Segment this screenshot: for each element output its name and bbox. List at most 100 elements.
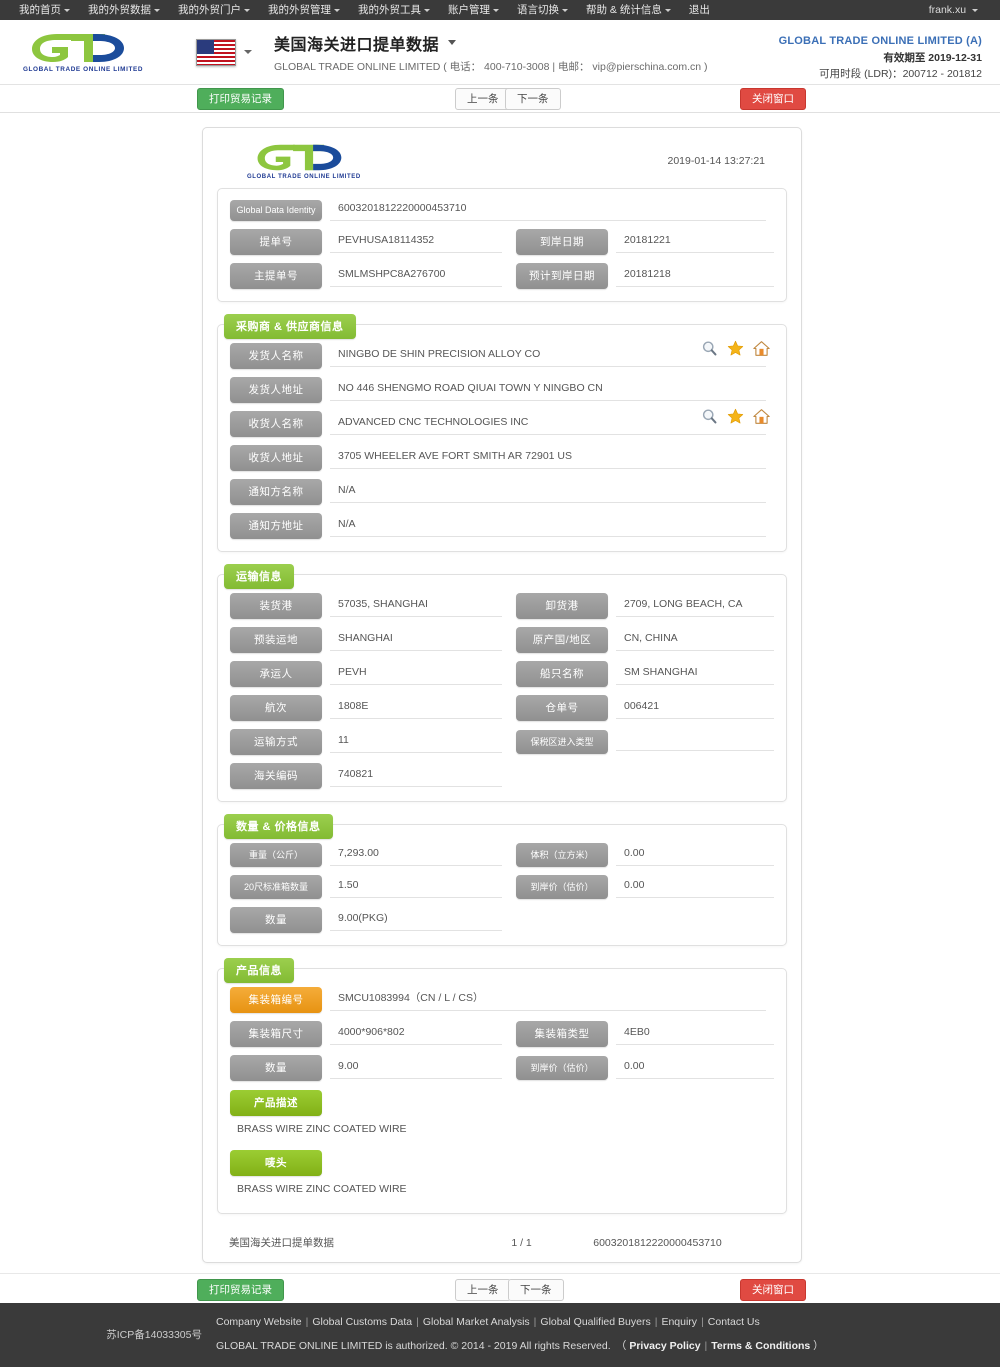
star-icon[interactable] (727, 340, 744, 357)
field-value: 0.00 (616, 844, 774, 866)
footer-link-3[interactable]: Global Qualified Buyers (540, 1316, 650, 1328)
page-title: 美国海关进口提单数据 (274, 36, 440, 54)
next-record-button-bottom[interactable]: 下一条 (508, 1279, 564, 1301)
section-identity: Global Data Identity 60032018122200004537… (217, 188, 787, 302)
country-flag-selector[interactable] (196, 38, 252, 66)
field-label: 预装运地 (230, 627, 322, 653)
field-label: 发货人名称 (230, 343, 322, 369)
home-icon[interactable] (753, 408, 770, 425)
field-row: 20尺标准箱数量 1.50 到岸价（估价） 0.00 (230, 875, 774, 899)
section-body: 装货港 57035, SHANGHAI 卸货港 2709, LONG BEACH, C… (230, 593, 774, 789)
star-icon[interactable] (727, 408, 744, 425)
block-label: 产品描述 (230, 1090, 322, 1116)
action-bar-bottom: 打印贸易记录 上一条 下一条 关闭窗口 (0, 1273, 1000, 1303)
field-cell: 20尺标准箱数量 1.50 (230, 875, 502, 899)
nav-item-1[interactable]: 我的外贸数据 (79, 0, 169, 20)
next-record-button[interactable]: 下一条 (505, 88, 561, 110)
nav-item-3[interactable]: 我的外贸管理 (259, 0, 349, 20)
terms-conditions-link[interactable]: Terms & Conditions (711, 1340, 810, 1352)
field-label: 海关编码 (230, 763, 322, 789)
field-cell: 通知方地址 N/A (230, 513, 774, 539)
previous-record-button-bottom[interactable]: 上一条 (455, 1279, 511, 1301)
document-sections: Global Data Identity 60032018122200004537… (217, 188, 787, 1214)
icp-license: 苏ICP备14033305号 (106, 1329, 202, 1341)
field-label: 通知方名称 (230, 479, 322, 505)
nav-item-label: 退出 (688, 4, 710, 16)
chevron-down-icon (424, 8, 430, 12)
nav-item-label: 我的外贸工具 (358, 4, 421, 16)
page-title-dropdown-icon[interactable] (448, 40, 457, 45)
field-value: N/A (330, 481, 766, 503)
account-valid-until: 有效期至 2019-12-31 (883, 52, 982, 65)
user-menu[interactable]: frank.xu (929, 4, 990, 16)
document-timestamp: 2019-01-14 13:27:21 (667, 155, 766, 167)
nav-item-7[interactable]: 帮助 & 统计信息 (577, 0, 680, 20)
block-text: BRASS WIRE ZINC COATED WIRE (237, 1183, 407, 1195)
page-title-block: 美国海关进口提单数据 GLOBAL TRADE ONLINE LIMITED (… (274, 31, 708, 74)
nav-item-8[interactable]: 退出 (680, 0, 719, 20)
previous-record-button[interactable]: 上一条 (455, 88, 511, 110)
chevron-down-icon (493, 8, 499, 12)
footer-link-0[interactable]: Company Website (216, 1316, 302, 1328)
field-value: 4EB0 (616, 1023, 774, 1045)
field-label: 主提单号 (230, 263, 322, 289)
section-title: 数量 & 价格信息 (224, 814, 333, 839)
field-label: 数量 (230, 1055, 322, 1081)
block-label: 唛头 (230, 1150, 322, 1176)
footer-link-separator: | (654, 1316, 658, 1328)
print-record-button-bottom[interactable]: 打印贸易记录 (197, 1279, 284, 1301)
footer-link-4[interactable]: Enquiry (661, 1316, 697, 1328)
page-header: GLOBAL TRADE ONLINE LIMITED 美国海关进口提单数据 G… (0, 20, 1000, 85)
search-icon[interactable] (701, 340, 718, 357)
home-icon[interactable] (753, 340, 770, 357)
field-row: 发货人名称 NINGBO DE SHIN PRECISION ALLOY CO (230, 340, 774, 369)
nav-item-4[interactable]: 我的外贸工具 (349, 0, 439, 20)
section-0: 采购商 & 供应商信息 发货人名称 NINGBO DE SHIN PRECISION… (217, 314, 787, 552)
nav-item-0[interactable]: 我的首页 (10, 0, 79, 20)
chevron-down-icon (562, 8, 568, 12)
document-footer-id: 6003201812220000453710 (593, 1236, 722, 1249)
print-record-button[interactable]: 打印贸易记录 (197, 88, 284, 110)
footer-link-separator: | (533, 1316, 537, 1328)
nav-item-5[interactable]: 账户管理 (439, 0, 508, 20)
company-action-icons (701, 340, 770, 357)
nav-item-6[interactable]: 语言切换 (508, 0, 577, 20)
field-label: 仓单号 (516, 695, 608, 721)
field-row: 主提单号 SMLMSHPC8A276700 预计到岸日期 20181218 (230, 263, 774, 289)
footer-links-block: Company Website | Global Customs Data | Glob… (216, 1314, 824, 1355)
field-value: N/A (330, 515, 766, 537)
footer-link-5[interactable]: Contact Us (708, 1316, 760, 1328)
field-label: 船只名称 (516, 661, 608, 687)
field-cell: 集装箱尺寸 4000*906*802 (230, 1021, 502, 1047)
field-value: 006421 (616, 697, 774, 719)
footer-copyright-suffix: ） (810, 1339, 824, 1352)
field-label: 原产国/地区 (516, 627, 608, 653)
gto-logo[interactable]: GLOBAL TRADE ONLINE LIMITED (18, 31, 148, 73)
close-window-button-bottom[interactable]: 关闭窗口 (740, 1279, 806, 1301)
nav-item-2[interactable]: 我的外贸门户 (169, 0, 259, 20)
nav-item-label: 语言切换 (517, 4, 559, 16)
field-value: 20181221 (616, 231, 774, 253)
footer-link-1[interactable]: Global Customs Data (312, 1316, 412, 1328)
privacy-policy-link[interactable]: Privacy Policy (629, 1340, 700, 1352)
chevron-down-icon (334, 8, 340, 12)
section-title: 运输信息 (224, 564, 294, 589)
field-value: 9.00(PKG) (330, 909, 502, 931)
search-icon[interactable] (701, 408, 718, 425)
field-row: 承运人 PEVH 船只名称 SM SHANGHAI (230, 661, 774, 687)
footer-link-2[interactable]: Global Market Analysis (423, 1316, 530, 1328)
field-value: 4000*906*802 (330, 1023, 502, 1045)
field-row: 预装运地 SHANGHAI 原产国/地区 CN, CHINA (230, 627, 774, 653)
field-label: 装货港 (230, 593, 322, 619)
field-label: 到岸日期 (516, 229, 608, 255)
field-row: 集装箱尺寸 4000*906*802 集装箱类型 4EB0 (230, 1021, 774, 1047)
footer-link-list: Company Website | Global Customs Data | Glob… (216, 1314, 824, 1331)
field-cell: 承运人 PEVH (230, 661, 502, 687)
field-label: 预计到岸日期 (516, 263, 608, 289)
field-row: 装货港 57035, SHANGHAI 卸货港 2709, LONG BEACH, C… (230, 593, 774, 619)
field-label: 通知方地址 (230, 513, 322, 539)
chevron-down-icon (244, 50, 252, 54)
field-value (616, 733, 774, 751)
close-window-button[interactable]: 关闭窗口 (740, 88, 806, 110)
field-cell: Global Data Identity 60032018122200004537… (230, 199, 774, 221)
